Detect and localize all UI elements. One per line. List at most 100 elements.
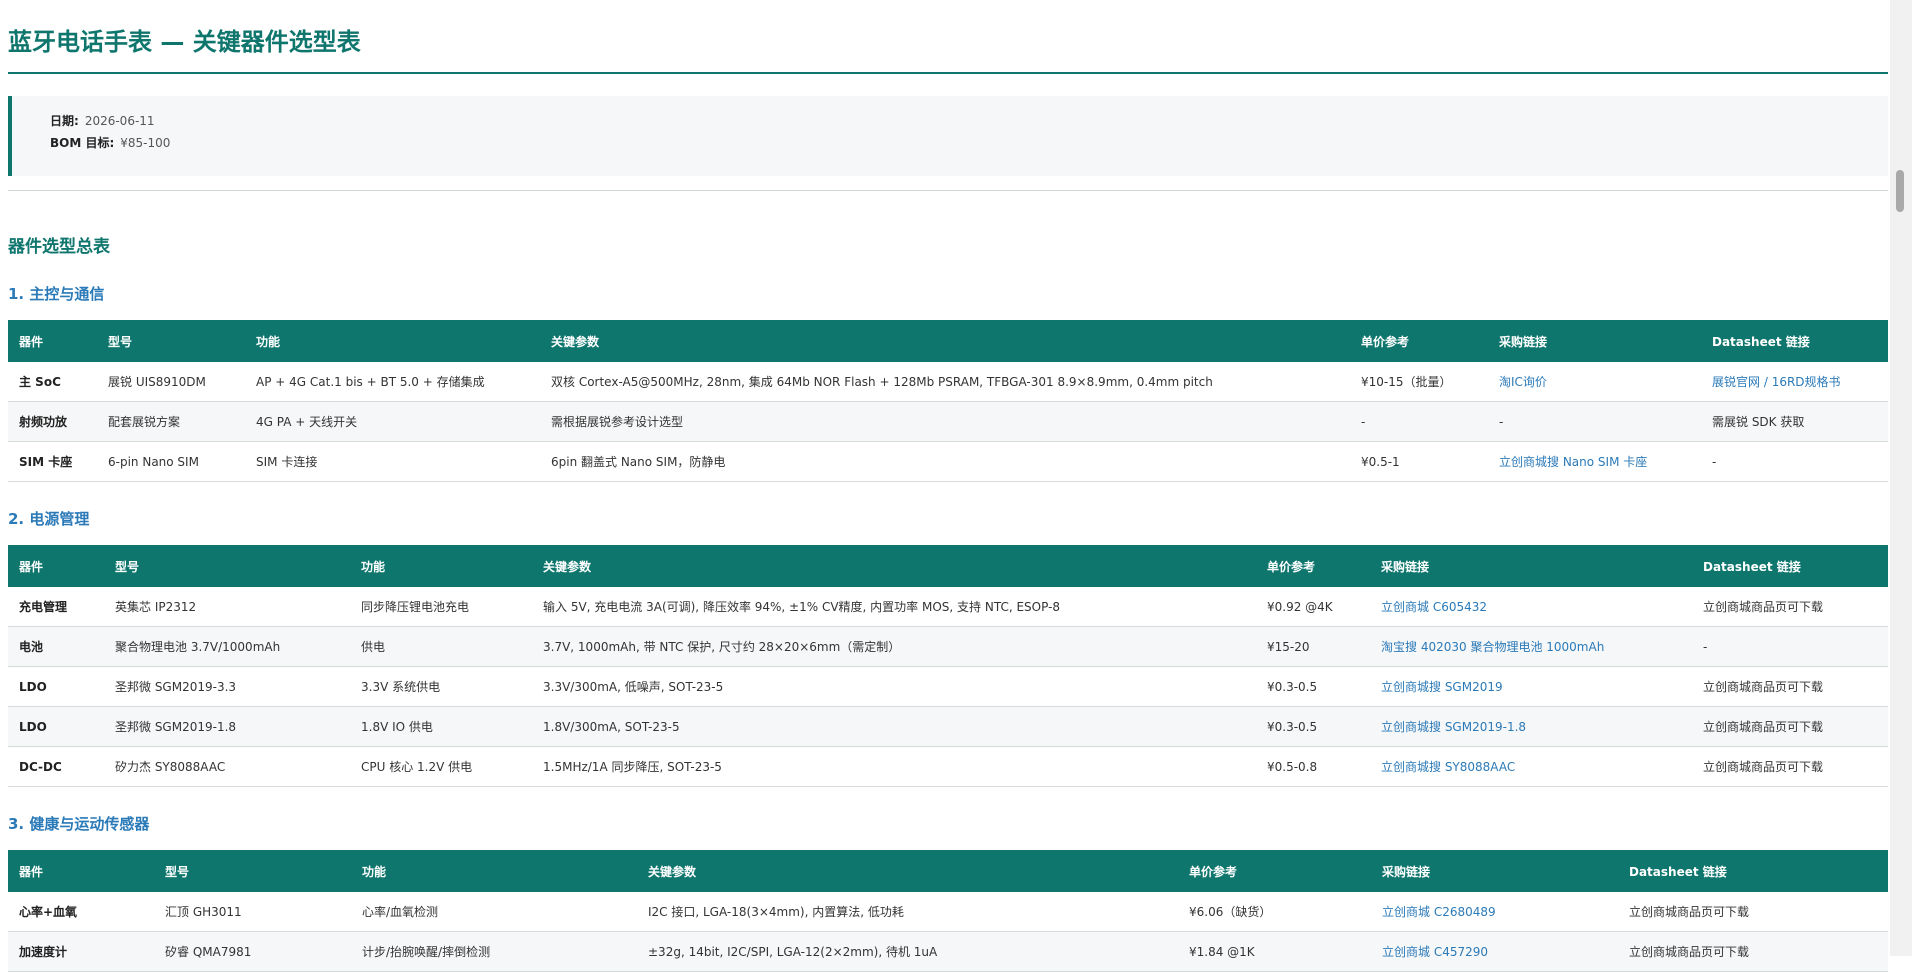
bom-value: ¥85-100	[120, 136, 171, 150]
cell-model: 6-pin Nano SIM	[97, 441, 245, 482]
col-header-func: 功能	[350, 545, 532, 587]
cell-datasheet: 立创商城商品页可下载	[1692, 706, 1888, 747]
date-value: 2026-06-11	[84, 114, 155, 128]
cell-func: 1.8V IO 供电	[350, 706, 532, 747]
cell-params: 1.5MHz/1A 同步降压, SOT-23-5	[532, 746, 1256, 787]
cell-price: ¥0.5-0.8	[1256, 746, 1370, 787]
cell-price: ¥6.06（缺货）	[1178, 892, 1371, 932]
cell-func: 同步降压锂电池充电	[350, 587, 532, 627]
col-header-model: 型号	[154, 850, 351, 892]
cell-part: 射频功放	[8, 401, 97, 442]
buy-link[interactable]: 淘宝搜 402030 聚合物理电池 1000mAh	[1381, 640, 1604, 654]
buy-link[interactable]: 立创商城搜 SGM2019	[1381, 680, 1503, 694]
cell-model: 矽睿 QMA7981	[154, 931, 351, 972]
cell-datasheet: 展锐官网 / 16RD规格书	[1701, 362, 1888, 402]
cell-buy: 立创商城 C605432	[1370, 587, 1692, 627]
cell-model: 矽力杰 SY8088AAC	[104, 746, 350, 787]
table-header-row: 器件 型号 功能 关键参数 单价参考 采购链接 Datasheet 链接	[8, 850, 1888, 892]
cell-part: SIM 卡座	[8, 441, 97, 482]
summary-heading: 器件选型总表	[8, 237, 110, 257]
col-header-part: 器件	[8, 850, 154, 892]
cell-datasheet: 需展锐 SDK 获取	[1701, 401, 1888, 442]
table-sensors: 器件 型号 功能 关键参数 单价参考 采购链接 Datasheet 链接 心率+…	[8, 850, 1888, 972]
buy-link[interactable]: 立创商城搜 Nano SIM 卡座	[1499, 455, 1647, 469]
table-row: SIM 卡座 6-pin Nano SIM SIM 卡连接 6pin 翻盖式 N…	[8, 441, 1888, 482]
table-row: 电池 聚合物理电池 3.7V/1000mAh 供电 3.7V, 1000mAh,…	[8, 626, 1888, 667]
cell-datasheet: 立创商城商品页可下载	[1692, 746, 1888, 787]
cell-price: -	[1350, 401, 1488, 442]
cell-price: ¥0.5-1	[1350, 441, 1488, 482]
cell-func: 心率/血氧检测	[351, 892, 637, 932]
cell-price: ¥10-15（批量）	[1350, 362, 1488, 402]
cell-part: LDO	[8, 706, 104, 747]
cell-params: 需根据展锐参考设计选型	[540, 401, 1350, 442]
cell-buy: 立创商城搜 SY8088AAC	[1370, 746, 1692, 787]
cell-datasheet: -	[1692, 626, 1888, 667]
vertical-scrollbar[interactable]	[1890, 0, 1912, 956]
col-header-model: 型号	[97, 320, 245, 362]
buy-link[interactable]: 立创商城搜 SGM2019-1.8	[1381, 720, 1526, 734]
cell-func: SIM 卡连接	[245, 441, 540, 482]
col-header-buy: 采购链接	[1371, 850, 1618, 892]
cell-datasheet: 立创商城商品页可下载	[1618, 892, 1888, 932]
col-header-price: 单价参考	[1178, 850, 1371, 892]
table-row: 充电管理 英集芯 IP2312 同步降压锂电池充电 输入 5V, 充电电流 3A…	[8, 587, 1888, 627]
cell-datasheet: 立创商城商品页可下载	[1618, 931, 1888, 972]
buy-link[interactable]: 立创商城 C2680489	[1382, 905, 1496, 919]
cell-datasheet: -	[1701, 441, 1888, 482]
cell-params: 1.8V/300mA, SOT-23-5	[532, 706, 1256, 747]
cell-part: DC-DC	[8, 746, 104, 787]
cell-params: I2C 接口, LGA-18(3×4mm), 内置算法, 低功耗	[637, 892, 1178, 932]
cell-func: AP + 4G Cat.1 bis + BT 5.0 + 存储集成	[245, 362, 540, 402]
buy-link[interactable]: 立创商城 C605432	[1381, 600, 1487, 614]
cell-part: 主 SoC	[8, 362, 97, 402]
cell-price: ¥0.92 @4K	[1256, 587, 1370, 627]
cell-part: LDO	[8, 666, 104, 707]
bom-row: BOM 目标: ¥85-100	[50, 132, 170, 154]
table-header-row: 器件 型号 功能 关键参数 单价参考 采购链接 Datasheet 链接	[8, 545, 1888, 587]
buy-link[interactable]: 淘IC询价	[1499, 375, 1547, 389]
cell-params: 3.7V, 1000mAh, 带 NTC 保护, 尺寸约 28×20×6mm（需…	[532, 626, 1256, 667]
cell-buy: 立创商城搜 SGM2019	[1370, 666, 1692, 707]
table-main-comm: 器件 型号 功能 关键参数 单价参考 采购链接 Datasheet 链接 主 S…	[8, 320, 1888, 482]
col-header-price: 单价参考	[1350, 320, 1488, 362]
datasheet-link-official[interactable]: 展锐官网	[1712, 375, 1760, 389]
date-row: 日期: 2026-06-11	[50, 110, 155, 132]
datasheet-link-spec[interactable]: 16RD规格书	[1772, 375, 1841, 389]
col-header-params: 关键参数	[532, 545, 1256, 587]
cell-part: 充电管理	[8, 587, 104, 627]
col-header-part: 器件	[8, 545, 104, 587]
col-header-price: 单价参考	[1256, 545, 1370, 587]
section-title-sensors: 3. 健康与运动传感器	[8, 815, 150, 833]
cell-buy: -	[1488, 401, 1701, 442]
table-power: 器件 型号 功能 关键参数 单价参考 采购链接 Datasheet 链接 充电管…	[8, 545, 1888, 787]
section-title-power: 2. 电源管理	[8, 510, 90, 528]
cell-func: 计步/抬腕唤醒/摔倒检测	[351, 931, 637, 972]
cell-datasheet: 立创商城商品页可下载	[1692, 666, 1888, 707]
buy-link[interactable]: 立创商城搜 SY8088AAC	[1381, 760, 1515, 774]
cell-func: 供电	[350, 626, 532, 667]
col-header-datasheet: Datasheet 链接	[1701, 320, 1888, 362]
table-row: 心率+血氧 汇顶 GH3011 心率/血氧检测 I2C 接口, LGA-18(3…	[8, 892, 1888, 932]
title-divider	[8, 72, 1888, 74]
page-title: 蓝牙电话手表 — 关键器件选型表	[8, 28, 361, 56]
cell-func: 3.3V 系统供电	[350, 666, 532, 707]
scrollbar-thumb[interactable]	[1896, 170, 1904, 212]
cell-price: ¥0.3-0.5	[1256, 666, 1370, 707]
cell-params: 双核 Cortex-A5@500MHz, 28nm, 集成 64Mb NOR F…	[540, 362, 1350, 402]
cell-price: ¥1.84 @1K	[1178, 931, 1371, 972]
table-row: LDO 圣邦微 SGM2019-1.8 1.8V IO 供电 1.8V/300m…	[8, 706, 1888, 747]
cell-buy: 立创商城 C2680489	[1371, 892, 1618, 932]
col-header-params: 关键参数	[637, 850, 1178, 892]
col-header-model: 型号	[104, 545, 350, 587]
cell-model: 配套展锐方案	[97, 401, 245, 442]
meta-box: 日期: 2026-06-11 BOM 目标: ¥85-100	[8, 96, 1888, 176]
cell-datasheet: 立创商城商品页可下载	[1692, 587, 1888, 627]
cell-model: 圣邦微 SGM2019-1.8	[104, 706, 350, 747]
table-row: DC-DC 矽力杰 SY8088AAC CPU 核心 1.2V 供电 1.5MH…	[8, 746, 1888, 787]
cell-model: 英集芯 IP2312	[104, 587, 350, 627]
col-header-params: 关键参数	[540, 320, 1350, 362]
col-header-buy: 采购链接	[1370, 545, 1692, 587]
buy-link[interactable]: 立创商城 C457290	[1382, 945, 1488, 959]
cell-model: 聚合物理电池 3.7V/1000mAh	[104, 626, 350, 667]
